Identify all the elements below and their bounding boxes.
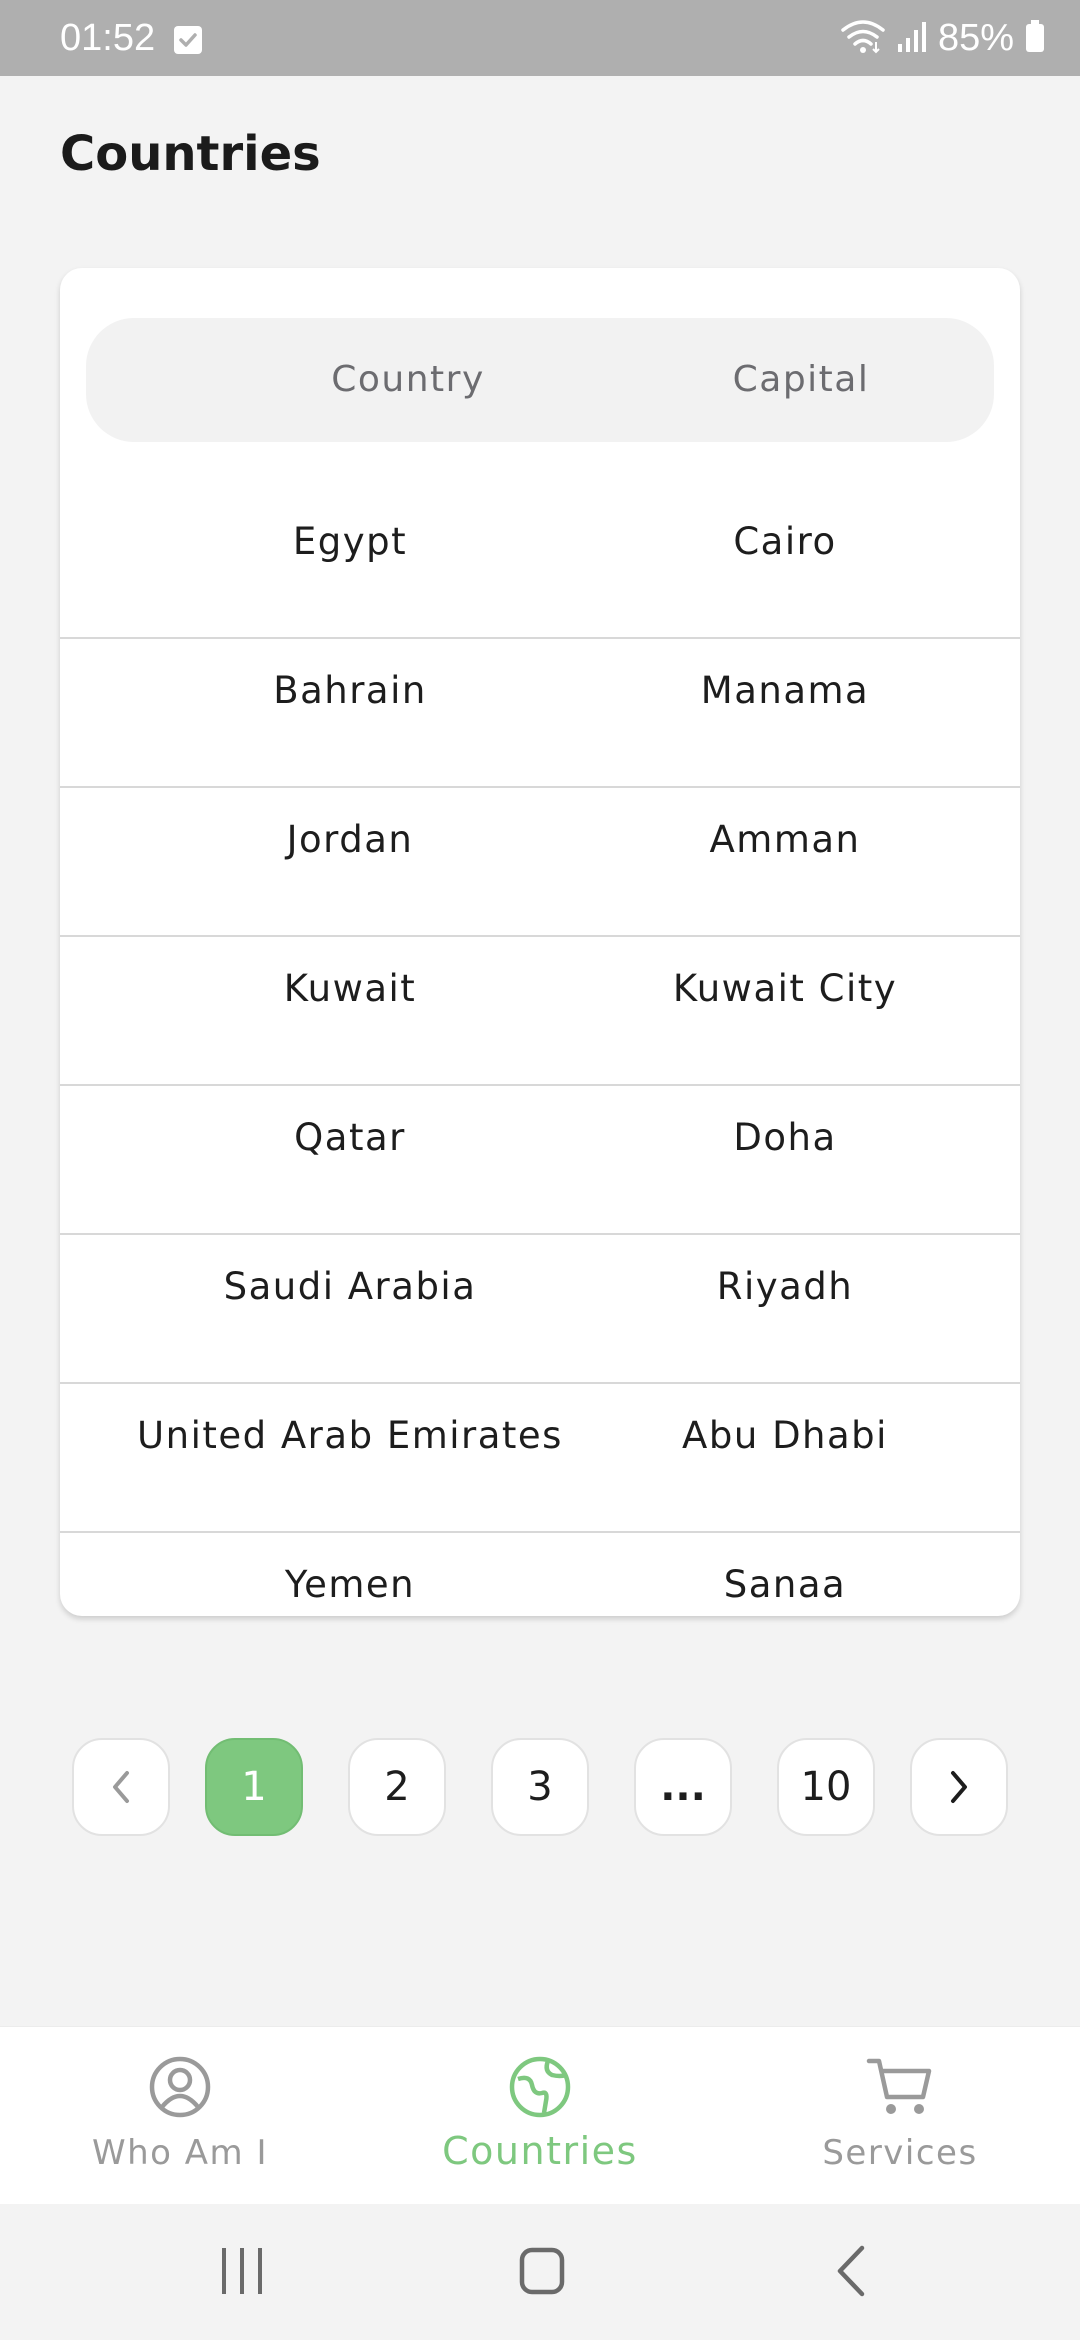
- column-header-country[interactable]: Country: [331, 318, 485, 442]
- country-cell: Egypt: [292, 520, 408, 563]
- table-row[interactable]: Jordan Amman: [60, 788, 1020, 937]
- page-ellipsis-button[interactable]: ...: [634, 1738, 732, 1836]
- chevron-left-icon: [113, 1771, 129, 1803]
- table-row[interactable]: Bahrain Manama: [60, 639, 1020, 788]
- capital-cell: Abu Dhabi: [682, 1414, 888, 1457]
- wifi-icon: [840, 18, 886, 58]
- country-cell: Qatar: [294, 1116, 406, 1159]
- status-bar: 01:52 85%: [0, 0, 1080, 76]
- country-cell: United Arab Emirates: [137, 1414, 563, 1457]
- table-row[interactable]: Qatar Doha: [60, 1086, 1020, 1235]
- page-button-10[interactable]: 10: [777, 1738, 875, 1836]
- page-title: Countries: [60, 126, 321, 182]
- nav-item-who-am-i[interactable]: Who Am I: [30, 2027, 330, 2205]
- country-cell: Jordan: [286, 818, 414, 861]
- signal-icon: [896, 18, 928, 58]
- country-cell: Kuwait: [283, 967, 417, 1010]
- system-nav-bar: [0, 2204, 1080, 2340]
- next-page-button[interactable]: [910, 1738, 1008, 1836]
- table-row[interactable]: United Arab Emirates Abu Dhabi: [60, 1384, 1020, 1533]
- capital-cell: Amman: [709, 818, 861, 861]
- nav-item-countries[interactable]: Countries: [390, 2027, 690, 2205]
- capital-cell: Manama: [700, 669, 870, 712]
- back-icon[interactable]: [828, 2244, 876, 2302]
- table-body: Egypt Cairo Bahrain Manama Jordan Amman …: [60, 490, 1020, 1616]
- checkbox-icon: [174, 26, 202, 54]
- nav-label: Services: [822, 2133, 978, 2173]
- capital-cell: Kuwait City: [672, 967, 898, 1010]
- table-row[interactable]: Yemen Sanaa: [60, 1533, 1020, 1616]
- chevron-right-icon: [951, 1771, 967, 1803]
- recent-apps-icon[interactable]: [218, 2244, 266, 2302]
- globe-icon: [508, 2055, 572, 2123]
- capital-cell: Riyadh: [716, 1265, 854, 1308]
- status-indicators: 85%: [840, 14, 1046, 62]
- home-icon[interactable]: [518, 2244, 566, 2302]
- page-button-3[interactable]: 3: [491, 1738, 589, 1836]
- country-cell: Saudi Arabia: [223, 1265, 477, 1308]
- battery-icon: [1024, 18, 1046, 58]
- nav-label: Countries: [442, 2129, 638, 2173]
- countries-table-card: Country Capital Egypt Cairo Bahrain Mana…: [60, 268, 1020, 1616]
- bottom-nav: Who Am I Countries Services: [0, 2026, 1080, 2204]
- table-row[interactable]: Saudi Arabia Riyadh: [60, 1235, 1020, 1384]
- capital-cell: Sanaa: [723, 1563, 847, 1606]
- user-circle-icon: [148, 2055, 212, 2123]
- capital-cell: Doha: [733, 1116, 837, 1159]
- table-row[interactable]: Egypt Cairo: [60, 490, 1020, 639]
- capital-cell: Cairo: [733, 520, 837, 563]
- nav-item-services[interactable]: Services: [750, 2027, 1050, 2205]
- status-time: 01:52: [60, 17, 156, 59]
- table-header: Country Capital: [86, 318, 994, 442]
- table-row[interactable]: Kuwait Kuwait City: [60, 937, 1020, 1086]
- nav-label: Who Am I: [92, 2133, 268, 2173]
- page-button-2[interactable]: 2: [348, 1738, 446, 1836]
- cart-icon: [865, 2055, 935, 2123]
- pagination: 1 2 3 ... 10: [72, 1738, 1012, 1836]
- column-header-capital[interactable]: Capital: [733, 318, 870, 442]
- country-cell: Bahrain: [273, 669, 427, 712]
- country-cell: Yemen: [284, 1563, 416, 1606]
- battery-percent: 85%: [937, 16, 1014, 59]
- page-button-1[interactable]: 1: [205, 1738, 303, 1836]
- previous-page-button[interactable]: [72, 1738, 170, 1836]
